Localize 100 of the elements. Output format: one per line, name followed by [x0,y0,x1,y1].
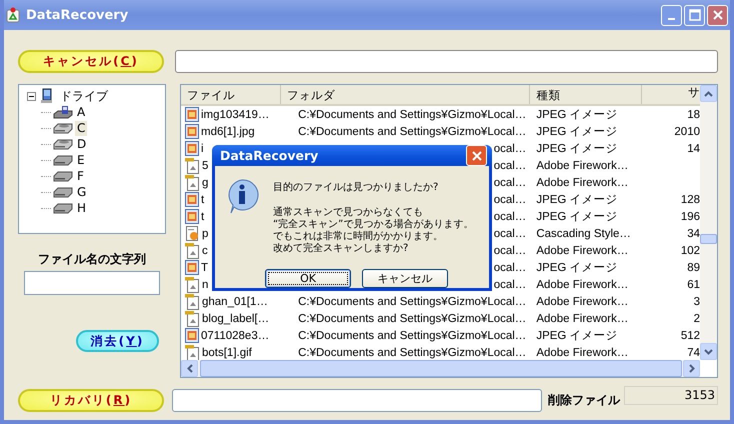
scroll-down-button[interactable] [700,343,717,360]
file-name: 5 [202,160,208,172]
file-size: 18 [687,108,700,120]
tree-item[interactable]: E [75,152,87,168]
folder-path: ocal… [494,176,526,188]
image-file-icon [185,260,199,275]
path-field[interactable] [175,50,718,73]
maximize-button[interactable] [684,4,705,26]
folder-path: ocal… [494,244,526,256]
image-file-icon [185,107,199,122]
file-size: 512 [680,330,700,342]
folder-path: C:¥Documents and Settings¥Gizmo¥Local… [298,126,526,138]
file-size: 3 [694,296,700,308]
cancel-button[interactable]: キャンセル(C) [18,50,164,73]
file-name: g [202,176,208,188]
window-title: DataRecovery [26,8,130,22]
recover-button[interactable]: リカバリ(R) [18,388,164,412]
tree-item[interactable]: D [75,136,88,152]
filename-field[interactable] [24,271,160,295]
drive-icon [53,138,73,150]
file-type: JPEG イメージ [536,210,618,224]
file-type: JPEG イメージ [536,329,618,343]
tree-item[interactable]: ドライブ [58,88,110,104]
file-type: Adobe Firework… [536,176,628,188]
collapse-icon[interactable] [27,92,36,100]
file-name: ghan_01[1… [202,296,268,308]
file-type: Adobe Firework… [536,296,628,308]
document-icon [185,294,200,310]
file-type: Cascading Style… [536,228,631,240]
scroll-up-button[interactable] [700,85,717,102]
file-name: img103419… [201,108,270,120]
column-header[interactable]: 種類 [530,85,642,104]
vertical-scrollbar[interactable] [700,85,717,360]
file-size: 61 [687,278,700,290]
file-type: JPEG イメージ [536,142,618,156]
image-file-icon [185,209,199,224]
tree-item[interactable]: H [75,200,88,216]
file-type: Adobe Firework… [536,244,628,256]
tree-item[interactable]: F [75,168,86,184]
close-button[interactable] [466,145,487,166]
status-field[interactable] [172,388,542,412]
folder-path: C:¥Documents and Settings¥Gizmo¥Local… [298,330,526,342]
file-name: 0711028e3… [201,330,270,342]
image-file-icon [185,328,199,343]
scroll-right-button[interactable] [683,360,700,377]
file-size: 128 [680,194,700,206]
folder-path: ocal… [494,262,526,274]
file-name: blog_label[… [202,312,270,324]
drive-icon [53,105,73,119]
dialog-title: DataRecovery [220,148,320,163]
tree-item[interactable]: G [75,184,88,200]
dialog-message-line: 通常スキャンで見つからなくても [273,207,424,218]
document-icon [185,344,200,360]
column-header[interactable]: フォルダ [280,85,530,104]
image-file-icon [185,141,199,156]
file-size: 89 [687,262,700,274]
image-file-icon [185,192,199,207]
close-icon [470,150,482,162]
file-name: n [202,278,208,290]
drive-icon [53,154,73,166]
tree-item[interactable]: C [75,120,88,136]
file-type: Adobe Firework… [536,278,628,290]
document-icon [185,226,200,242]
scroll-left-button[interactable] [181,360,198,377]
folder-path: ocal… [494,160,526,172]
column-header[interactable]: サ [642,85,700,104]
file-type: Adobe Firework… [536,312,628,324]
cancel-button[interactable]: キャンセル [362,269,448,288]
file-size: 34 [687,228,700,240]
document-icon [185,158,200,174]
column-header[interactable]: ファイル [181,85,281,104]
folder-path: C:¥Documents and Settings¥Gizmo¥Local… [298,312,526,324]
scroll-thumb[interactable] [700,234,717,244]
file-size: 2 [694,312,700,324]
dialog-message-line: “完全スキャン”で見つかる場合があります。 [273,219,474,230]
file-size: 2010 [674,126,700,138]
folder-path: C:¥Documents and Settings¥Gizmo¥Local… [298,346,526,358]
close-icon [712,9,724,21]
document-icon [185,276,200,292]
file-name: p [202,228,208,240]
file-type: JPEG イメージ [536,261,618,275]
computer-icon [40,88,54,104]
document-icon [185,174,200,190]
file-name: t [201,194,204,206]
ok-button[interactable]: OK [265,269,351,288]
minimize-button[interactable] [661,4,682,26]
folder-path: C:¥Documents and Settings¥Gizmo¥Local… [298,108,526,120]
tree-item[interactable]: A [75,104,88,120]
deleted-files-label: 削除ファイル [548,392,620,408]
document-icon [185,310,200,326]
folder-path: ocal… [494,210,526,222]
folder-path: C:¥Documents and Settings¥Gizmo¥Local… [298,296,526,308]
drive-icon [53,202,73,214]
file-name: md6[1].jpg [201,126,255,138]
deleted-count: 3153 [624,386,718,405]
clear-button[interactable]: 消去(Y) [76,330,159,352]
drive-icon [53,186,73,198]
file-type: Adobe Firework… [536,160,628,172]
close-button[interactable] [707,4,728,26]
file-type: JPEG イメージ [536,108,618,122]
